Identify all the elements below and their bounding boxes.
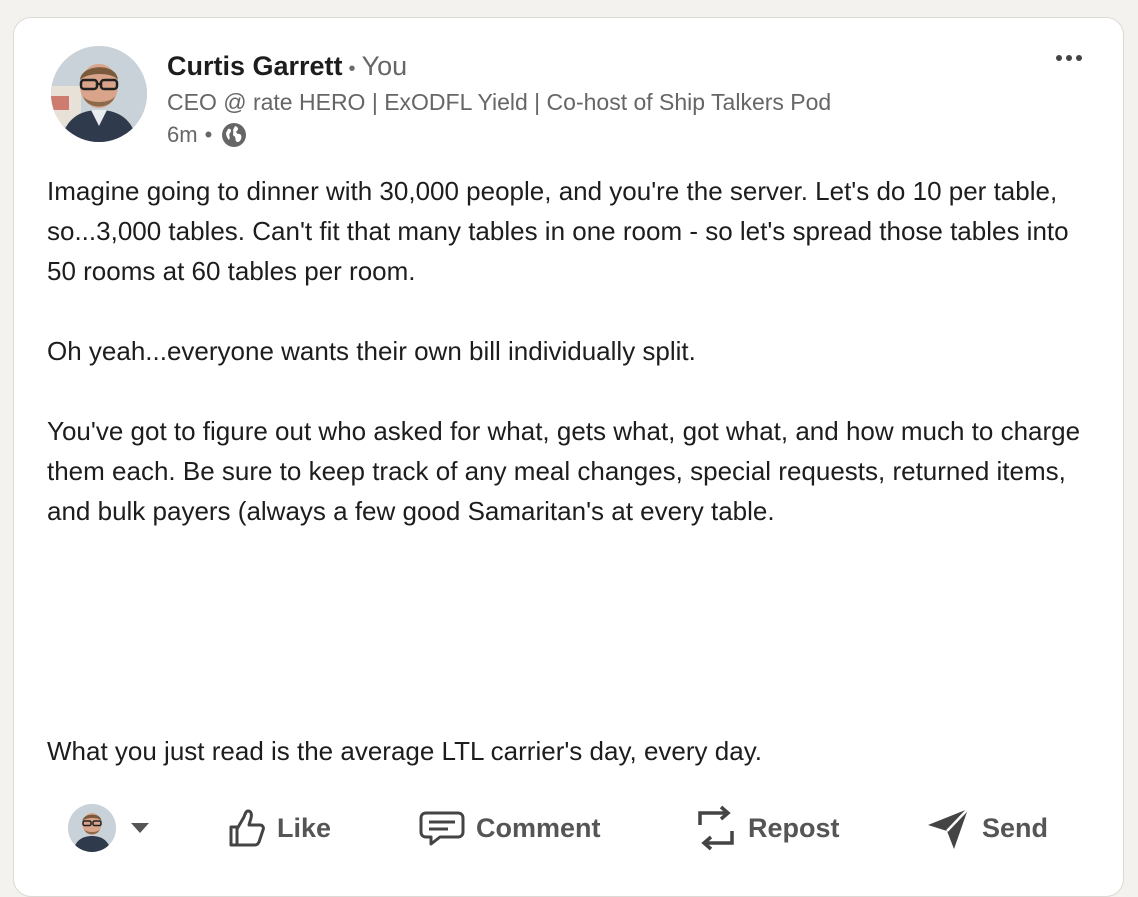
- repost-button[interactable]: Repost: [694, 798, 840, 858]
- author-headline: CEO @ rate HERO | ExODFL Yield | Co-host…: [167, 89, 832, 115]
- post-paragraph: Imagine going to dinner with 30,000 peop…: [47, 176, 1069, 286]
- social-actions-bar: Like Comment Repost Send: [14, 798, 1123, 858]
- reaction-as-selector[interactable]: [68, 798, 150, 858]
- comment-button[interactable]: Comment: [418, 798, 601, 858]
- author-avatar[interactable]: [51, 46, 147, 142]
- name-separator: •: [348, 58, 356, 80]
- repost-label: Repost: [748, 812, 840, 843]
- post-paragraph: You've got to figure out who asked for w…: [47, 416, 1081, 526]
- comment-label: Comment: [476, 812, 601, 843]
- small-avatar: [68, 804, 116, 852]
- like-button[interactable]: Like: [225, 798, 331, 858]
- globe-icon: [220, 121, 248, 149]
- post-body: Imagine going to dinner with 30,000 peop…: [47, 171, 1097, 531]
- time-separator: •: [204, 122, 213, 147]
- post-paragraph: What you just read is the average LTL ca…: [47, 736, 762, 766]
- post-paragraph: Oh yeah...everyone wants their own bill …: [47, 336, 696, 366]
- post-meta: 6m •: [167, 121, 248, 149]
- caret-down-icon: [131, 823, 149, 833]
- thumbs-up-icon: [229, 809, 265, 847]
- repost-icon: [698, 805, 734, 851]
- send-button[interactable]: Send: [926, 798, 1048, 858]
- send-icon: [928, 808, 969, 849]
- like-label: Like: [277, 812, 332, 843]
- author-relation: You: [361, 51, 408, 81]
- send-label: Send: [982, 812, 1049, 843]
- author-line: Curtis Garrett • You: [167, 51, 407, 82]
- post-time[interactable]: 6m: [167, 122, 198, 148]
- post-card: Curtis Garrett • You CEO @ rate HERO | ExO…: [13, 17, 1124, 897]
- author-name[interactable]: Curtis Garrett: [167, 51, 343, 81]
- comment-icon: [419, 811, 465, 846]
- avatar-photo: [51, 46, 147, 142]
- more-options-icon[interactable]: [1052, 48, 1086, 68]
